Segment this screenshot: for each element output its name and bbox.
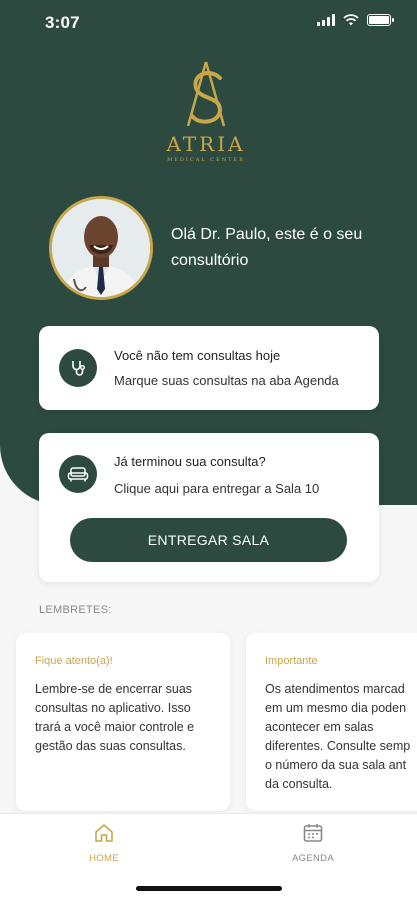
room-subtitle[interactable]: Clique aqui para entregar a Sala 10 bbox=[114, 481, 319, 496]
reminder-card[interactable]: Importante Os atendimentos marcad em um … bbox=[246, 633, 417, 811]
reminder-line: em um mesmo dia poden bbox=[265, 701, 407, 715]
home-indicator bbox=[136, 886, 282, 891]
calendar-icon bbox=[303, 824, 323, 842]
reminder-line: gestão das suas consultas. bbox=[35, 739, 186, 753]
tab-agenda[interactable]: AGENDA bbox=[273, 822, 353, 864]
reminder-line: da consulta. bbox=[265, 777, 333, 791]
deliver-room-button[interactable]: ENTREGAR SALA bbox=[70, 518, 347, 562]
tab-agenda-label: AGENDA bbox=[292, 853, 334, 864]
status-bar: 3:07 bbox=[0, 0, 417, 46]
room-title: Já terminou sua consulta? bbox=[114, 454, 266, 469]
reminder-line: diferentes. Consulte semp bbox=[265, 739, 411, 753]
atria-logo-icon bbox=[186, 61, 226, 127]
signal-icon bbox=[317, 14, 335, 26]
appointments-title: Você não tem consultas hoje bbox=[114, 348, 281, 363]
tab-home-label: HOME bbox=[89, 853, 119, 864]
home-icon bbox=[95, 824, 113, 842]
status-time: 3:07 bbox=[45, 13, 80, 32]
doctor-photo bbox=[52, 199, 150, 297]
reminder-line: trará a você maior controle e bbox=[35, 720, 195, 734]
reminder-line: Os atendimentos marcad bbox=[265, 682, 405, 696]
doctor-avatar bbox=[49, 196, 153, 300]
reminder-title: Fique atento(a)! bbox=[35, 655, 113, 667]
reminder-card[interactable]: Fique atento(a)! Lembre-se de encerrar s… bbox=[16, 633, 230, 811]
status-icons bbox=[317, 14, 394, 26]
reminders-label: LEMBRETES: bbox=[39, 604, 112, 616]
stethoscope-icon bbox=[59, 349, 97, 387]
room-card[interactable]: Já terminou sua consulta? Clique aqui pa… bbox=[39, 433, 379, 582]
appointments-card[interactable]: Você não tem consultas hoje Marque suas … bbox=[39, 326, 379, 410]
reminder-title: Importante bbox=[265, 655, 318, 667]
appointments-subtitle: Marque suas consultas na aba Agenda bbox=[114, 373, 339, 388]
brand-subtitle: MEDICAL CENTER bbox=[167, 157, 245, 163]
reminder-body: Lembre-se de encerrar suas consultas no … bbox=[35, 680, 215, 756]
reminder-body: Os atendimentos marcad em um mesmo dia p… bbox=[265, 680, 417, 794]
reminder-line: consultas no aplicativo. Isso bbox=[35, 701, 191, 715]
greeting-text: Olá Dr. Paulo, este é o seu consultório bbox=[171, 226, 363, 269]
wifi-icon bbox=[343, 14, 359, 26]
reminder-line: Lembre-se de encerrar suas bbox=[35, 682, 193, 696]
tab-home[interactable]: HOME bbox=[64, 822, 144, 864]
battery-icon bbox=[367, 14, 394, 26]
reminder-line: acontecer em salas bbox=[265, 720, 374, 734]
reminder-line: o número da sua sala ant bbox=[265, 758, 407, 772]
sofa-icon bbox=[59, 455, 97, 493]
brand-name: ATRIA bbox=[166, 132, 246, 156]
brand-logo: ATRIA MEDICAL CENTER bbox=[166, 58, 246, 163]
